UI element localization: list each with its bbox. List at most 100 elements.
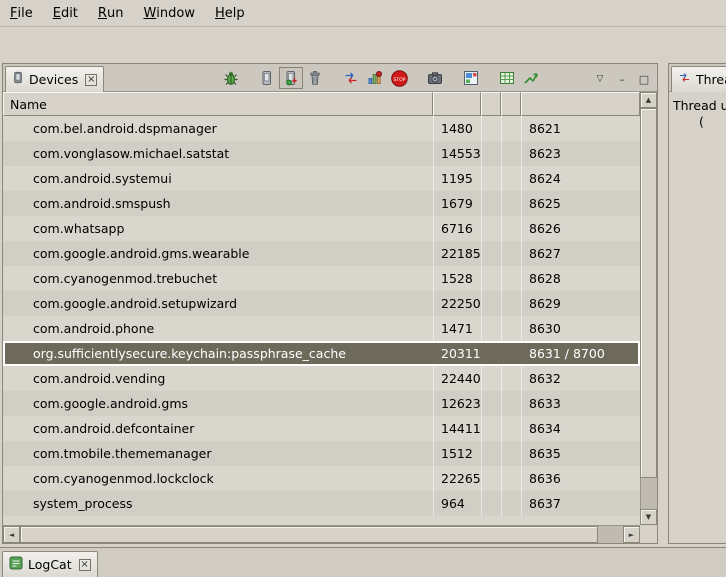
scroll-up-icon[interactable]: ▲	[640, 92, 657, 108]
port-cell: 8629	[521, 291, 640, 316]
threads-panel: Threa Thread up (	[668, 63, 726, 544]
device-icon	[12, 71, 24, 88]
process-row[interactable]: com.cyanogenmod.lockclock 22265 8636	[3, 466, 640, 491]
pid-cell: 1480	[433, 116, 481, 141]
devices-panel-controls: ▽ – □	[589, 68, 655, 90]
port-cell: 8631 / 8700	[521, 341, 640, 366]
process-name-cell: com.bel.android.dspmanager	[3, 116, 433, 141]
horizontal-scrollbar[interactable]: ◄ ►	[3, 525, 640, 543]
process-row[interactable]: org.sufficientlysecure.keychain:passphra…	[3, 341, 640, 366]
menu-item[interactable]: Edit	[43, 0, 88, 26]
tab-devices[interactable]: Devices ×	[5, 66, 104, 92]
port-cell: 8625	[521, 191, 640, 216]
scroll-left-icon[interactable]: ◄	[3, 526, 20, 543]
menu-item[interactable]: File	[0, 0, 43, 26]
menu-item-label: un	[107, 6, 123, 21]
tab-logcat[interactable]: LogCat ×	[2, 551, 98, 577]
column-header-port[interactable]	[521, 92, 640, 116]
spacer-cell	[501, 166, 521, 191]
threads-message-line2: (	[699, 114, 704, 129]
vertical-scrollbar[interactable]: ▲ ▼	[640, 92, 657, 525]
menu-item[interactable]: Run	[88, 0, 134, 26]
port-cell: 8626	[521, 216, 640, 241]
horizontal-scrollbar-thumb[interactable]	[20, 526, 598, 543]
process-row[interactable]: system_process 964 8637	[3, 491, 640, 516]
maximize-icon[interactable]: □	[633, 68, 655, 90]
process-row[interactable]: com.android.phone 1471 8630	[3, 316, 640, 341]
spacer-cell	[481, 191, 501, 216]
minimize-icon[interactable]: –	[611, 68, 633, 90]
dump-hprof-icon[interactable]	[279, 67, 303, 89]
menu-item[interactable]: Window	[133, 0, 205, 26]
process-name-cell: com.android.defcontainer	[3, 416, 433, 441]
close-icon[interactable]: ×	[79, 559, 91, 571]
spacer-cell	[481, 366, 501, 391]
view-menu-icon[interactable]: ▽	[589, 68, 611, 90]
port-cell: 8632	[521, 366, 640, 391]
vertical-scrollbar-thumb[interactable]	[640, 108, 657, 478]
update-threads-icon[interactable]	[339, 67, 363, 89]
spacer-cell	[481, 416, 501, 441]
process-row[interactable]: com.android.vending 22440 8632	[3, 366, 640, 391]
spacer-cell	[481, 116, 501, 141]
menu-item-mnemonic: F	[10, 6, 17, 21]
process-row[interactable]: com.whatsapp 6716 8626	[3, 216, 640, 241]
capture-systrace-icon[interactable]	[495, 67, 519, 89]
process-name-cell: com.google.android.gms	[3, 391, 433, 416]
column-header-name[interactable]: Name	[3, 92, 433, 116]
ddms-window: File Edit Run Window Help Devices ×	[0, 0, 726, 577]
process-row[interactable]: com.android.systemui 1195 8624	[3, 166, 640, 191]
port-cell: 8628	[521, 266, 640, 291]
spacer-cell	[501, 191, 521, 216]
menu-item[interactable]: Help	[205, 0, 255, 26]
process-name-cell: com.android.vending	[3, 366, 433, 391]
threads-tabbar: Threa	[669, 64, 726, 92]
process-name-cell: com.android.phone	[3, 316, 433, 341]
debug-process-icon[interactable]	[219, 67, 243, 89]
spacer-cell	[501, 466, 521, 491]
spacer-cell	[501, 266, 521, 291]
stop-process-icon[interactable]: STOP	[387, 67, 411, 89]
dump-view-hierarchy-icon[interactable]	[459, 67, 483, 89]
process-row[interactable]: com.vonglasow.michael.satstat 14553 8623	[3, 141, 640, 166]
spacer-cell	[481, 241, 501, 266]
process-name-cell: org.sufficientlysecure.keychain:passphra…	[3, 341, 433, 366]
cause-gc-icon[interactable]	[303, 67, 327, 89]
spacer-cell	[481, 216, 501, 241]
column-header-spacer1[interactable]	[481, 92, 501, 116]
process-row[interactable]: com.google.android.gms 12623 8633	[3, 391, 640, 416]
process-row[interactable]: com.google.android.setupwizard 22250 862…	[3, 291, 640, 316]
start-method-profiling-icon[interactable]	[363, 67, 387, 89]
close-icon[interactable]: ×	[85, 74, 97, 86]
process-table: Name com.bel.android.dspmanager 1480	[3, 92, 657, 543]
port-cell: 8637	[521, 491, 640, 516]
scroll-down-icon[interactable]: ▼	[640, 509, 657, 525]
process-row[interactable]: com.cyanogenmod.trebuchet 1528 8628	[3, 266, 640, 291]
column-header-pid[interactable]	[433, 92, 481, 116]
pid-cell: 22185	[433, 241, 481, 266]
process-name-cell: com.tmobile.thememanager	[3, 441, 433, 466]
tab-threads[interactable]: Threa	[671, 66, 726, 92]
process-name-cell: com.android.systemui	[3, 166, 433, 191]
process-row[interactable]: com.android.smspush 1679 8625	[3, 191, 640, 216]
process-row[interactable]: com.google.android.gms.wearable 22185 86…	[3, 241, 640, 266]
process-name-cell: com.cyanogenmod.trebuchet	[3, 266, 433, 291]
menubar: File Edit Run Window Help	[0, 0, 726, 27]
pid-cell: 22440	[433, 366, 481, 391]
stop-icon-label: STOP	[393, 76, 405, 82]
spacer-cell	[481, 491, 501, 516]
pid-cell: 964	[433, 491, 481, 516]
scroll-right-icon[interactable]: ►	[623, 526, 640, 543]
process-row[interactable]: com.tmobile.thememanager 1512 8635	[3, 441, 640, 466]
port-cell: 8627	[521, 241, 640, 266]
screen-capture-icon[interactable]	[423, 67, 447, 89]
port-cell: 8633	[521, 391, 640, 416]
process-name-cell: com.android.smspush	[3, 191, 433, 216]
start-opengl-trace-icon[interactable]	[519, 67, 543, 89]
process-row[interactable]: com.bel.android.dspmanager 1480 8621	[3, 116, 640, 141]
process-row[interactable]: com.android.defcontainer 14411 8634	[3, 416, 640, 441]
update-heap-icon[interactable]	[255, 67, 279, 89]
column-header-spacer2[interactable]	[501, 92, 521, 116]
devices-tabbar: Devices ×	[3, 64, 657, 92]
process-name-cell: com.whatsapp	[3, 216, 433, 241]
